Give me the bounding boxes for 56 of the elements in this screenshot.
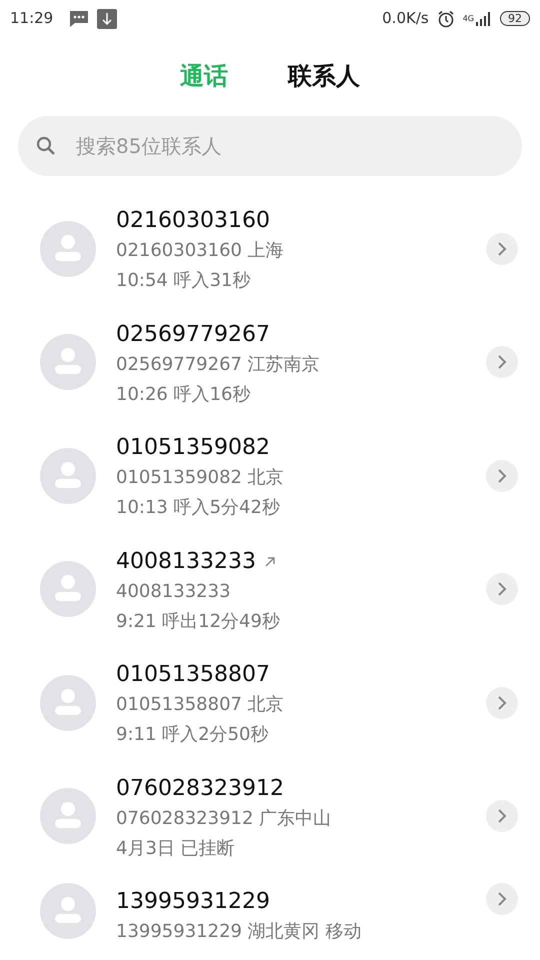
number-location: 076028323912 广东中山 (116, 806, 332, 830)
phone-number: 13995931229 (116, 888, 270, 916)
avatar-icon (40, 883, 96, 939)
phone-number: 076028323912 (116, 774, 284, 802)
avatar-icon (40, 561, 96, 618)
call-log-item[interactable]: 01051358807 01051358807 北京 9:11 呼入2分50秒 (0, 646, 540, 760)
phone-number: 4008133233 (116, 548, 256, 576)
call-log-item[interactable]: 13995931229 13995931229 湖北黄冈 移动 (0, 873, 540, 947)
tab[interactable]: 联系人 (288, 58, 360, 94)
details-button[interactable] (486, 346, 518, 378)
details-button[interactable] (486, 460, 518, 492)
details-button[interactable] (486, 573, 518, 606)
call-time-duration: 10:54 呼入31秒 (116, 269, 252, 293)
number-location: 02160303160 上海 (116, 239, 285, 263)
network-speed: 0.0K/s (382, 8, 429, 29)
call-log-item[interactable]: 02160303160 02160303160 上海 10:54 呼入31秒 (0, 192, 540, 306)
call-time-duration: 9:11 呼入2分50秒 (116, 723, 270, 747)
phone-number: 02569779267 (116, 320, 270, 348)
chevron-right-icon (497, 892, 507, 906)
details-button[interactable] (486, 232, 518, 265)
call-log-item[interactable]: 4008133233 4008133233 9:21 呼出12分49秒 (0, 532, 540, 646)
phone-number: 02160303160 (116, 207, 270, 235)
chevron-right-icon (497, 582, 507, 596)
chevron-right-icon (497, 809, 507, 824)
call-time-duration: 10:13 呼入5分42秒 (116, 496, 281, 520)
status-time: 11:29 (10, 8, 54, 29)
call-time-duration: 4月3日 已挂断 (116, 836, 236, 860)
battery-level: 92 (500, 10, 530, 26)
call-time-duration: 10:26 呼入16秒 (116, 382, 252, 406)
chevron-right-icon (497, 696, 507, 710)
search-icon (36, 136, 56, 156)
phone-number: 01051359082 (116, 434, 270, 462)
download-icon (97, 6, 118, 30)
details-button[interactable] (486, 800, 518, 832)
chevron-right-icon (497, 242, 507, 256)
avatar-icon (40, 448, 96, 504)
details-button[interactable] (486, 883, 518, 915)
chevron-right-icon (497, 468, 507, 483)
call-time-duration: 9:21 呼出12分49秒 (116, 610, 281, 634)
number-location: 13995931229 湖北黄冈 移动 (116, 920, 362, 944)
avatar-icon (40, 220, 96, 277)
avatar-icon (40, 674, 96, 731)
number-location: 01051359082 北京 (116, 466, 285, 490)
number-location: 4008133233 (116, 580, 232, 604)
call-log-item[interactable]: 01051359082 01051359082 北京 10:13 呼入5分42秒 (0, 419, 540, 532)
number-location: 02569779267 江苏南京 (116, 352, 321, 376)
call-log-item[interactable]: 02569779267 02569779267 江苏南京 10:26 呼入16秒 (0, 306, 540, 419)
avatar-icon (40, 334, 96, 390)
number-location: 01051358807 北京 (116, 693, 285, 717)
phone-number: 01051358807 (116, 661, 270, 689)
avatar-icon (40, 788, 96, 844)
search-field[interactable]: 搜索85位联系人 (18, 116, 522, 176)
chevron-right-icon (497, 355, 507, 370)
call-log-item[interactable]: 076028323912 076028323912 广东中山 4月3日 已挂断 (0, 760, 540, 873)
network-type: 4G (462, 12, 474, 25)
details-button[interactable] (486, 686, 518, 719)
